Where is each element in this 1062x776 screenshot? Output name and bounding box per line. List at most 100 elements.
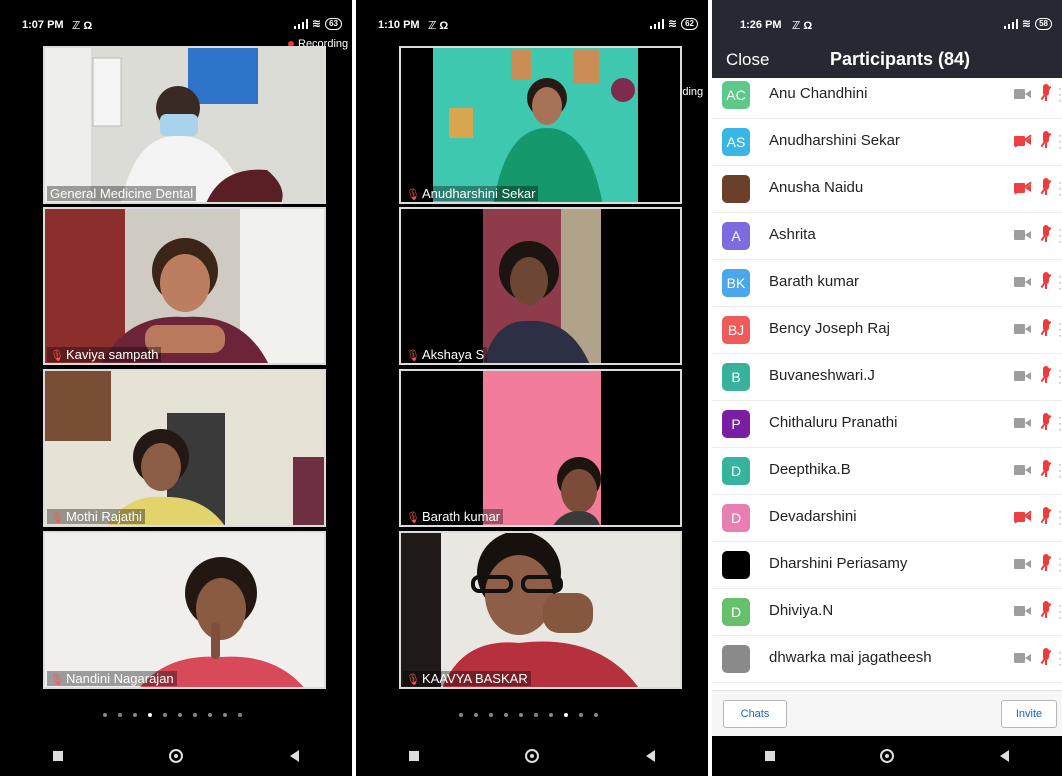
video-feed	[401, 209, 680, 363]
back-icon[interactable]	[645, 750, 655, 762]
participant-row[interactable]: Dharshini Periasamy · · ·	[712, 541, 1062, 589]
mic-muted-icon	[1040, 506, 1052, 526]
phone-screen-1: 1:07 PM ℤ Ω ≋ 63 Recording General Medic…	[0, 0, 352, 776]
status-icons: ℤ Ω	[792, 20, 813, 32]
mic-muted-icon	[1040, 459, 1052, 479]
battery-icon: 62	[681, 17, 698, 30]
participant-row[interactable]: D Devadarshini · · ·	[712, 494, 1062, 542]
video-tile[interactable]: 🎙 KAAVYA BASKAR	[399, 531, 682, 689]
status-bar: 1:07 PM ℤ Ω ≋ 63	[0, 0, 352, 40]
more-options-icon[interactable]: · · ·	[1058, 599, 1062, 623]
avatar-initials: D	[730, 510, 742, 526]
participants-screen: 1:26 PM ℤ Ω ≋ 58 Close Participants (84)…	[712, 0, 1062, 776]
video-camera-icon	[1014, 370, 1032, 382]
avatar-initials: D	[730, 463, 742, 479]
status-icons: ℤ Ω	[428, 20, 449, 32]
avatar: B	[722, 363, 750, 391]
video-camera-icon	[1014, 652, 1032, 664]
participant-name: Anu Chandhini	[769, 85, 868, 102]
status-time: 1:10 PM	[378, 19, 420, 31]
page-dot[interactable]	[594, 713, 598, 717]
more-options-icon[interactable]: · · ·	[1058, 129, 1062, 153]
page-dot[interactable]	[474, 713, 478, 717]
mic-muted-icon	[1040, 224, 1052, 244]
video-tile[interactable]: General Medicine Dental	[43, 46, 326, 204]
participant-row[interactable]: dhwarka mai jagatheesh · · ·	[712, 635, 1062, 683]
page-dot[interactable]	[163, 713, 167, 717]
video-tile[interactable]: 🎙 Akshaya S	[399, 207, 682, 365]
page-dot[interactable]	[579, 713, 583, 717]
video-tile[interactable]: 🎙 Anudharshini Sekar	[399, 46, 682, 204]
page-dot[interactable]	[103, 713, 107, 717]
page-dot-active[interactable]	[564, 713, 568, 717]
participant-name: Dhiviya.N	[769, 602, 834, 619]
video-feed	[45, 48, 324, 202]
page-dot[interactable]	[193, 713, 197, 717]
page-dot[interactable]	[519, 713, 523, 717]
video-tile[interactable]: 🎙 Barath kumar	[399, 369, 682, 527]
more-options-icon[interactable]: · · ·	[1058, 223, 1062, 247]
participant-row[interactable]: B Buvaneshwari.J · · ·	[712, 353, 1062, 401]
more-options-icon[interactable]: · · ·	[1058, 505, 1062, 529]
page-dot[interactable]	[459, 713, 463, 717]
home-icon[interactable]	[880, 749, 895, 763]
video-camera-icon	[1014, 229, 1032, 241]
avatar-initials: AC	[726, 87, 746, 103]
page-indicator	[103, 713, 242, 717]
page-dot[interactable]	[178, 713, 182, 717]
more-options-icon[interactable]: · · ·	[1058, 411, 1062, 435]
participant-row[interactable]: AS Anudharshini Sekar · · ·	[712, 118, 1062, 166]
video-tile[interactable]: 🎙 Kaviya sampath	[43, 207, 326, 365]
more-options-icon[interactable]: · · ·	[1058, 458, 1062, 482]
mic-muted-icon: 🎙	[406, 350, 420, 362]
more-options-icon[interactable]: · · ·	[1058, 552, 1062, 576]
participant-row[interactable]: BK Barath kumar · · ·	[712, 259, 1062, 307]
video-tile[interactable]: 🎙 Nandini Nagarajan	[43, 531, 326, 689]
participant-row[interactable]: D Dhiviya.N · · ·	[712, 588, 1062, 636]
participant-row[interactable]: BJ Bency Joseph Raj · · ·	[712, 306, 1062, 354]
more-options-icon[interactable]: · · ·	[1058, 82, 1062, 106]
avatar-initials: BK	[726, 275, 746, 291]
page-dot[interactable]	[208, 713, 212, 717]
participant-row[interactable]: D Deepthika.B · · ·	[712, 447, 1062, 495]
page-dot[interactable]	[534, 713, 538, 717]
more-options-icon[interactable]: · · ·	[1058, 176, 1062, 200]
page-dot[interactable]	[223, 713, 227, 717]
avatar-initials: BJ	[727, 322, 745, 338]
recents-icon[interactable]	[409, 751, 420, 761]
page-dot[interactable]	[549, 713, 553, 717]
video-off-icon	[1014, 135, 1032, 147]
more-options-icon[interactable]: · · ·	[1058, 317, 1062, 341]
invite-button[interactable]: Invite	[1001, 700, 1057, 728]
participant-row[interactable]: A Ashrita · · ·	[712, 212, 1062, 260]
back-icon[interactable]	[1000, 750, 1010, 762]
avatar: AS	[722, 128, 750, 156]
home-icon[interactable]	[169, 749, 184, 763]
participant-row[interactable]: AC Anu Chandhini · · ·	[712, 78, 1062, 119]
page-dot[interactable]	[238, 713, 242, 717]
participant-list[interactable]: AC Anu Chandhini · · · AS Anudharshini Sekar · ·…	[712, 78, 1062, 690]
more-options-icon[interactable]: · · ·	[1058, 646, 1062, 670]
video-tile[interactable]: 🎙 Mothi Rajathi	[43, 369, 326, 527]
avatar	[722, 551, 750, 579]
participants-header: Close Participants (84)	[712, 40, 1062, 78]
recents-icon[interactable]	[764, 751, 775, 761]
more-options-icon[interactable]: · · ·	[1058, 364, 1062, 388]
page-dot[interactable]	[489, 713, 493, 717]
mic-muted-icon	[1040, 271, 1052, 291]
phone-screen-2: 1:10 PM ℤ Ω ≋ 62 Recording 🎙Anudharshini…	[356, 0, 708, 776]
page-dot-active[interactable]	[148, 713, 152, 717]
signal-icon	[1003, 18, 1018, 29]
more-options-icon[interactable]: · · ·	[1058, 270, 1062, 294]
chats-button[interactable]: Chats	[723, 700, 787, 728]
page-dot[interactable]	[133, 713, 137, 717]
participant-row[interactable]: Anusha Naidu · · ·	[712, 165, 1062, 213]
back-icon[interactable]	[289, 750, 299, 762]
page-dot[interactable]	[504, 713, 508, 717]
close-button[interactable]: Close	[726, 50, 769, 70]
participant-row[interactable]: P Chithaluru Pranathi · · ·	[712, 400, 1062, 448]
home-icon[interactable]	[525, 749, 540, 763]
recents-icon[interactable]	[53, 751, 64, 761]
status-icons: ℤ Ω	[72, 20, 93, 32]
page-dot[interactable]	[118, 713, 122, 717]
